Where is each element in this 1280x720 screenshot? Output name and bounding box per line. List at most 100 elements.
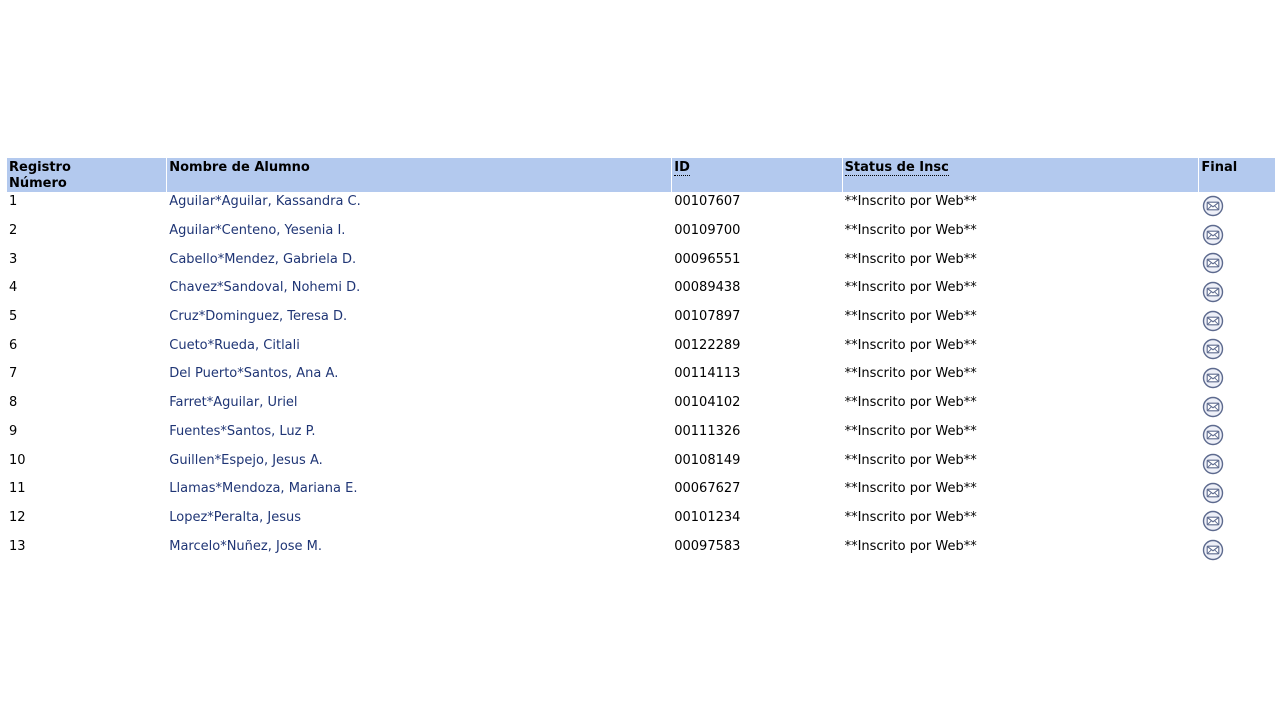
final-cell [1199, 307, 1275, 336]
email-icon[interactable] [1202, 396, 1224, 418]
student-id: 00067627 [674, 481, 741, 497]
email-icon[interactable] [1202, 539, 1224, 561]
final-cell [1199, 278, 1275, 307]
status-cell: **Inscrito por Web** [843, 192, 1199, 221]
student-name-cell: Llamas*Mendoza, Mariana E. [167, 479, 671, 508]
student-name-cell: Guillen*Espejo, Jesus A. [167, 450, 671, 479]
table-row: 2 Aguilar*Centeno, Yesenia I. 00109700 *… [7, 221, 1275, 250]
student-id: 00114113 [674, 366, 741, 382]
student-name-link[interactable]: Cruz*Dominguez, Teresa D. [169, 309, 347, 324]
registro-numero: 13 [9, 538, 26, 554]
email-icon[interactable] [1202, 367, 1224, 389]
status-cell: **Inscrito por Web** [843, 278, 1199, 307]
registro-numero: 6 [9, 337, 18, 353]
registration-status: **Inscrito por Web** [844, 309, 977, 325]
registration-status: **Inscrito por Web** [844, 509, 977, 525]
student-name-link[interactable]: Del Puerto*Santos, Ana A. [169, 366, 338, 381]
student-id-cell: 00067627 [672, 479, 841, 508]
registration-status: **Inscrito por Web** [844, 366, 977, 382]
student-id: 00107607 [674, 194, 741, 210]
student-id-cell: 00096551 [672, 249, 841, 278]
student-name-link[interactable]: Aguilar*Centeno, Yesenia I. [169, 223, 345, 238]
table-row: 4 Chavez*Sandoval, Nohemi D. 00089438 **… [7, 278, 1275, 307]
student-id: 00111326 [674, 423, 741, 439]
email-icon[interactable] [1202, 424, 1224, 446]
student-name-cell: Cruz*Dominguez, Teresa D. [167, 307, 671, 336]
email-icon[interactable] [1202, 510, 1224, 532]
student-name-link[interactable]: Lopez*Peralta, Jesus [169, 510, 301, 525]
student-name-link[interactable]: Cueto*Rueda, Citlali [169, 338, 300, 353]
table-row: 9 Fuentes*Santos, Luz P. 00111326 **Insc… [7, 422, 1275, 451]
student-id: 00122289 [674, 337, 741, 353]
header-numero-label: Número [9, 176, 67, 191]
registro-numero-cell: 2 [7, 221, 166, 250]
student-id: 00089438 [674, 280, 741, 296]
header-registro-numero: Registro Número [7, 158, 167, 192]
status-cell: **Inscrito por Web** [843, 422, 1199, 451]
registration-status: **Inscrito por Web** [844, 251, 977, 267]
final-cell [1199, 450, 1275, 479]
student-id: 00109700 [674, 223, 741, 239]
student-name-cell: Del Puerto*Santos, Ana A. [167, 364, 671, 393]
registro-numero-cell: 13 [7, 536, 166, 565]
student-id-cell: 00107897 [672, 307, 841, 336]
final-cell [1199, 192, 1275, 221]
final-cell [1199, 335, 1275, 364]
email-icon[interactable] [1202, 224, 1224, 246]
registro-numero-cell: 3 [7, 249, 166, 278]
registration-status: **Inscrito por Web** [844, 481, 977, 497]
final-cell [1199, 508, 1275, 537]
student-name-link[interactable]: Cabello*Mendez, Gabriela D. [169, 252, 356, 267]
status-cell: **Inscrito por Web** [843, 450, 1199, 479]
registro-numero: 4 [9, 280, 18, 296]
final-cell [1199, 536, 1275, 565]
registro-numero: 9 [9, 423, 18, 439]
student-id: 00096551 [674, 251, 741, 267]
student-name-link[interactable]: Guillen*Espejo, Jesus A. [169, 453, 323, 468]
header-id: ID [672, 158, 842, 192]
registro-numero: 8 [9, 395, 18, 411]
status-cell: **Inscrito por Web** [843, 221, 1199, 250]
email-icon[interactable] [1202, 195, 1224, 217]
student-name-link[interactable]: Fuentes*Santos, Luz P. [169, 424, 315, 439]
registro-numero: 1 [9, 194, 18, 210]
table-row: 5 Cruz*Dominguez, Teresa D. 00107897 **I… [7, 307, 1275, 336]
email-icon[interactable] [1202, 252, 1224, 274]
student-name-link[interactable]: Llamas*Mendoza, Mariana E. [169, 481, 357, 496]
student-name-cell: Chavez*Sandoval, Nohemi D. [167, 278, 671, 307]
student-name-link[interactable]: Aguilar*Aguilar, Kassandra C. [169, 194, 361, 209]
header-registro-label: Registro [9, 160, 71, 175]
status-cell: **Inscrito por Web** [843, 307, 1199, 336]
email-icon[interactable] [1202, 310, 1224, 332]
student-id-cell: 00107607 [672, 192, 841, 221]
student-name-cell: Aguilar*Centeno, Yesenia I. [167, 221, 671, 250]
registration-status: **Inscrito por Web** [844, 395, 977, 411]
student-id-cell: 00097583 [672, 536, 841, 565]
registro-numero: 11 [9, 481, 26, 497]
class-roster: Registro Número Nombre de Alumno ID Stat… [6, 158, 1276, 565]
email-icon[interactable] [1202, 453, 1224, 475]
registro-numero-cell: 8 [7, 393, 166, 422]
email-icon[interactable] [1202, 482, 1224, 504]
header-row: Registro Número Nombre de Alumno ID Stat… [7, 158, 1275, 192]
registro-numero-cell: 1 [7, 192, 166, 221]
status-cell: **Inscrito por Web** [843, 508, 1199, 537]
student-name-link[interactable]: Chavez*Sandoval, Nohemi D. [169, 280, 360, 295]
final-cell [1199, 393, 1275, 422]
table-row: 7 Del Puerto*Santos, Ana A. 00114113 **I… [7, 364, 1275, 393]
registration-status: **Inscrito por Web** [844, 538, 977, 554]
student-id-cell: 00122289 [672, 335, 841, 364]
registro-numero-cell: 5 [7, 307, 166, 336]
email-icon[interactable] [1202, 338, 1224, 360]
header-status-label: Status de Insc [844, 160, 949, 176]
student-name-link[interactable]: Marcelo*Nuñez, Jose M. [169, 539, 322, 554]
registro-numero-cell: 7 [7, 364, 166, 393]
student-name-cell: Farret*Aguilar, Uriel [167, 393, 671, 422]
registro-numero: 3 [9, 251, 18, 267]
registration-status: **Inscrito por Web** [844, 337, 977, 353]
roster-table: Registro Número Nombre de Alumno ID Stat… [6, 158, 1276, 565]
student-name-link[interactable]: Farret*Aguilar, Uriel [169, 395, 297, 410]
registro-numero-cell: 4 [7, 278, 166, 307]
registro-numero-cell: 11 [7, 479, 166, 508]
email-icon[interactable] [1202, 281, 1224, 303]
